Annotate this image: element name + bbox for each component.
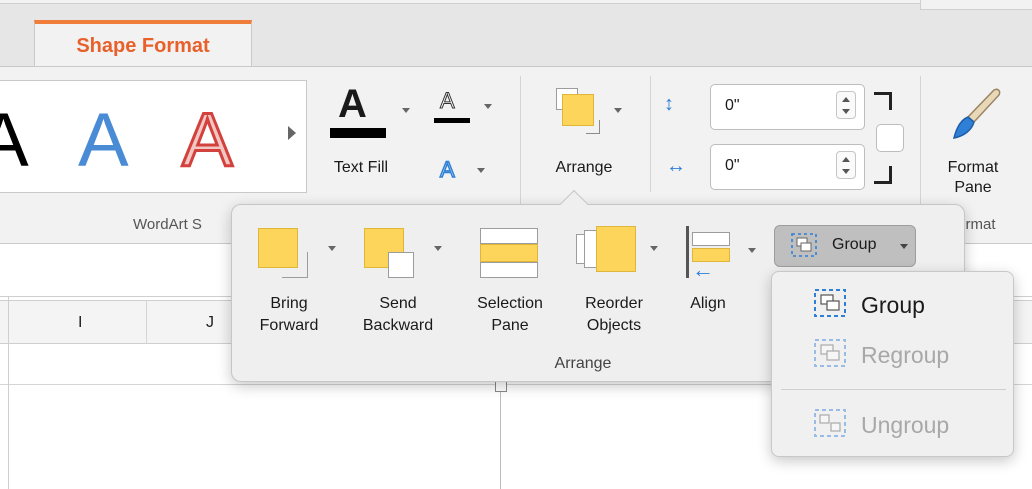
- wordart-style-red-outline[interactable]: A: [181, 101, 235, 180]
- shape-guide-line: [500, 386, 501, 489]
- width-icon: ↔: [666, 155, 686, 177]
- group-dropdown-icon[interactable]: [900, 244, 908, 249]
- reorder-dropdown-icon[interactable]: [650, 246, 658, 251]
- wordart-group-label: WordArt S: [133, 216, 202, 233]
- lock-aspect-bracket-bottom: [874, 166, 892, 184]
- arrange-dropdown-icon[interactable]: [614, 108, 622, 113]
- send-backward-icon-front: [388, 252, 414, 278]
- column-header-j[interactable]: J: [206, 314, 214, 332]
- gallery-more-arrow-icon[interactable]: [288, 126, 296, 140]
- text-effects-icon: A: [439, 157, 455, 183]
- text-fill-dropdown-icon[interactable]: [402, 108, 410, 113]
- format-pane-label-line2: Pane: [954, 179, 992, 196]
- height-stepper[interactable]: [836, 91, 856, 119]
- ungroup-menu-icon: [814, 409, 846, 437]
- align-left-arrow-icon: ←: [692, 257, 714, 282]
- bring-forward-label-line1: Bring: [270, 295, 308, 312]
- menu-item-ungroup: Ungroup: [781, 402, 1006, 448]
- menu-item-regroup: Regroup: [781, 332, 1006, 378]
- align-button[interactable]: ← Align: [680, 222, 764, 347]
- reorder-objects-label-line1: Reorder: [585, 295, 643, 312]
- window-top-edge: [0, 0, 1032, 4]
- menu-item-group-label: Group: [861, 292, 925, 318]
- text-fill-icon: A: [338, 82, 367, 126]
- selection-pane-icon-middle: [480, 244, 538, 262]
- bring-forward-button[interactable]: Bring Forward: [252, 222, 342, 347]
- window-top-edge-right: [920, 0, 1032, 10]
- shape-width-field[interactable]: 0": [710, 144, 865, 190]
- send-backward-label-line2: Backward: [362, 317, 434, 334]
- ribbon-separator: [650, 76, 651, 192]
- send-backward-label-line1: Send: [379, 295, 417, 312]
- group-menu-icon: [814, 289, 846, 317]
- text-outline-icon: A: [440, 88, 456, 114]
- arrange-icon-corner: [586, 120, 600, 134]
- shape-width-value: 0": [725, 157, 740, 174]
- wordart-styles-gallery[interactable]: [0, 80, 307, 193]
- height-icon: ↕: [664, 93, 674, 115]
- width-stepper[interactable]: [836, 151, 856, 179]
- align-dropdown-icon[interactable]: [748, 248, 756, 253]
- lock-aspect-checkbox[interactable]: [876, 124, 904, 152]
- text-fill-button[interactable]: A Text Fill: [326, 84, 416, 184]
- wordart-style-black[interactable]: A: [0, 103, 29, 179]
- menu-item-group[interactable]: Group: [781, 282, 1006, 328]
- align-icon-top-bar: [692, 232, 730, 246]
- shape-height-value: 0": [725, 97, 740, 114]
- text-fill-label: Text Fill: [333, 159, 389, 176]
- lock-aspect-bracket-top: [874, 92, 892, 110]
- format-pane-label-line1: Format: [947, 159, 999, 176]
- menu-separator: [781, 389, 1006, 390]
- column-divider[interactable]: [146, 300, 147, 344]
- selection-pane-label-line1: Selection: [477, 295, 543, 312]
- reorder-icon-front: [596, 226, 636, 272]
- paintbrush-icon: [952, 88, 1001, 139]
- reorder-objects-label-line2: Objects: [586, 317, 642, 334]
- menu-item-regroup-label: Regroup: [861, 342, 950, 368]
- menu-item-ungroup-label: Ungroup: [861, 412, 950, 438]
- align-label: Align: [690, 295, 726, 312]
- align-icon-edge: [686, 226, 689, 278]
- text-effects-button[interactable]: A: [439, 157, 500, 186]
- arrange-ribbon-button[interactable]: Arrange: [538, 84, 634, 188]
- selection-pane-button[interactable]: Selection Pane: [464, 222, 560, 347]
- reorder-objects-button[interactable]: Reorder Objects: [570, 222, 666, 347]
- arrange-section-label: Arrange: [554, 355, 612, 372]
- bring-forward-icon-back: [282, 252, 308, 278]
- bring-forward-label-line2: Forward: [259, 317, 319, 334]
- tab-shape-format[interactable]: Shape Format: [34, 20, 252, 68]
- selection-pane-icon-top: [480, 228, 538, 244]
- text-outline-button[interactable]: A: [432, 88, 492, 128]
- text-effects-dropdown-icon[interactable]: [477, 168, 485, 173]
- group-icon: [791, 233, 817, 257]
- group-button-label: Group: [832, 236, 877, 253]
- arrange-ribbon-label: Arrange: [555, 159, 613, 176]
- column-header-i[interactable]: I: [78, 314, 82, 332]
- regroup-menu-icon: [814, 339, 846, 367]
- selection-pane-icon-bottom: [480, 262, 538, 278]
- sheet-left-edge: [8, 296, 9, 489]
- text-fill-color-bar: [330, 128, 386, 138]
- selection-pane-label-line2: Pane: [491, 317, 529, 334]
- send-backward-button[interactable]: Send Backward: [358, 222, 448, 347]
- text-outline-dropdown-icon[interactable]: [484, 104, 492, 109]
- shape-height-field[interactable]: 0": [710, 84, 865, 130]
- wordart-style-blue[interactable]: A: [78, 103, 129, 179]
- bring-forward-dropdown-icon[interactable]: [328, 246, 336, 251]
- send-backward-dropdown-icon[interactable]: [434, 246, 442, 251]
- text-outline-color-bar: [434, 118, 470, 123]
- format-pane-button[interactable]: Format Pane: [930, 84, 1030, 196]
